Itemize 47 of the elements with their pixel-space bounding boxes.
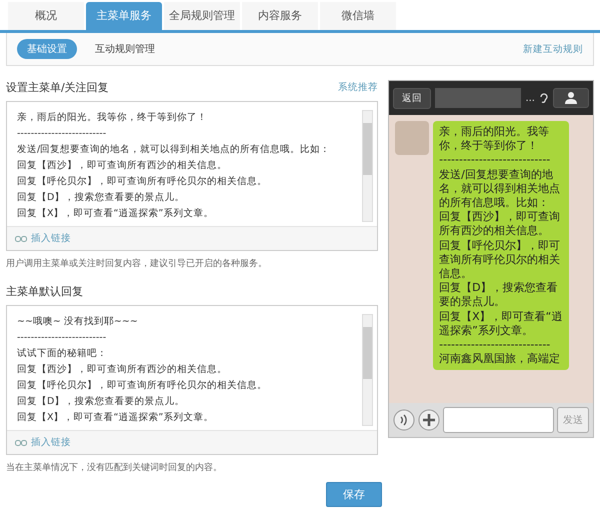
hint-text: 用户调用主菜单或关注时回复内容，建议引导已开启的各种服务。: [6, 258, 268, 270]
nav-tab[interactable]: 全局规则管理: [164, 2, 240, 30]
reply-text-line: 回复【D】，搜索您查看要的景点儿。: [17, 191, 186, 205]
nav-tab[interactable]: 内容服务: [242, 2, 318, 30]
reply-text-line: 发送/回复想要查询的地名，就可以得到相关地点的所有信息哦。比如：: [17, 143, 332, 157]
avatar-placeholder: [395, 121, 430, 155]
subnav-tab[interactable]: 互动规则管理: [85, 39, 165, 59]
message-input[interactable]: [443, 407, 554, 433]
ear-icon: [539, 92, 549, 104]
section-title: 设置主菜单/关注回复: [6, 80, 109, 95]
reply-text-line: 回复【X】，即可查看“逍遥探索”系列文章。: [17, 207, 214, 221]
hint-text: 当在主菜单情况下，没有匹配到关键词时回复的内容。: [6, 462, 223, 474]
bubble-text: 回复【D】，搜索您查看要的景点儿。: [439, 281, 559, 310]
scrollbar[interactable]: [362, 110, 374, 222]
reply-text-line: 回复【西沙】，即可查询所有西沙的相关信息。: [17, 159, 228, 173]
link-icon: [15, 236, 27, 242]
bubble-text: ----------------------------: [439, 153, 552, 168]
plus-icon[interactable]: [418, 409, 440, 431]
reply-text-line: ~~哦噢~ 没有找到耶~~~: [17, 315, 139, 329]
reply-text-line: 回复【D】，搜索您查看要的景点儿。: [17, 395, 186, 409]
more-text: ...: [525, 92, 535, 104]
section-title: 主菜单默认回复: [6, 284, 83, 299]
reply-text-line: --------------------------: [17, 127, 108, 141]
nav-tab[interactable]: 微信墙: [320, 2, 396, 30]
nav-tab[interactable]: 概况: [8, 2, 84, 30]
bubble-text: ----------------------------: [439, 338, 552, 352]
reply-editor[interactable]: 亲，雨后的阳光。我等你，终于等到你了！ -------------------------- 发送/回复想要查询的地名，就可以得到相关地点的所有信息哦。比如： 回复【西沙】，即可查询所有西沙的相关信息。 回复【呼伦贝尔】，即可查询所有呼伦贝尔的相关信息。 回复【D】，搜索您查看要的景点儿。 回复【X】，即可查看“逍遥探索”系列文章。 插入链接: [6, 101, 378, 251]
bubble-text: 回复【X】，即可查看“逍遥探索”系列文章。: [439, 310, 564, 338]
voice-icon[interactable]: [393, 409, 416, 431]
reply-editor[interactable]: ~~哦噢~ 没有找到耶~~~ -------------------------- 试试下面的秘籍吧： 回复【西沙】，即可查询所有西沙的相关信息。 回复【呼伦贝尔】，即可查询所有呼伦贝尔的相关信息。 回复【D】，搜索您查看要的景点儿。 回复【X】，即可查看“逍遥探索”系列文章。 插入链接: [6, 305, 378, 455]
bubble-text: 回复【呼伦贝尔】，即可查询所有呼伦贝尔的相关信息。: [439, 238, 562, 282]
reply-text-line: 回复【西沙】，即可查询所有西沙的相关信息。: [17, 363, 228, 377]
reply-text-line: 回复【呼伦贝尔】，即可查询所有呼伦贝尔的相关信息。: [17, 379, 268, 393]
link-icon: [15, 440, 27, 446]
reply-text-line: 试试下面的秘籍吧：: [17, 347, 108, 361]
back-button[interactable]: 返回: [393, 88, 432, 108]
reply-text-line: 回复【呼伦贝尔】，即可查询所有呼伦贝尔的相关信息。: [17, 175, 268, 189]
bubble-text: 亲，雨后的阳光。我等你，终于等到你了！: [439, 125, 550, 154]
scrollbar[interactable]: [362, 314, 374, 426]
contact-button[interactable]: [553, 88, 589, 108]
bubble-text: 河南鑫风凰国旅，高端定: [439, 352, 562, 366]
person-icon: [564, 91, 578, 105]
reply-text-line: 亲，雨后的阳光。我等你，终于等到你了！: [17, 111, 208, 125]
bubble-text: 发送/回复想要查询的地名，就可以得到相关地点的所有信息哦。比如：: [439, 168, 562, 210]
bubble-text: 回复【西沙】，即可查询所有西沙的相关信息。: [439, 210, 562, 239]
reply-text-line: 回复【X】，即可查看“逍遥探索”系列文章。: [17, 411, 214, 425]
reply-text-line: --------------------------: [17, 331, 108, 345]
